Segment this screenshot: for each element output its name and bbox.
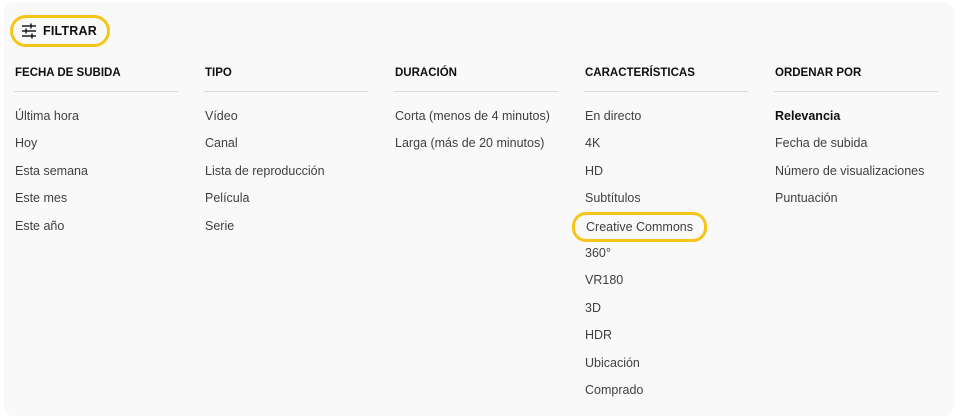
filter-option-hdr[interactable]: HDR: [584, 325, 748, 352]
filter-column-upload-date: FECHA DE SUBIDA Última hora Hoy Esta sem…: [14, 64, 178, 407]
filter-option-this-month[interactable]: Este mes: [14, 188, 178, 215]
column-header-duration: DURACIÓN: [394, 64, 558, 92]
filter-option-playlist[interactable]: Lista de reproducción: [204, 161, 368, 188]
filter-toggle-button[interactable]: FILTRAR: [10, 15, 110, 47]
filter-option-hd[interactable]: HD: [584, 161, 748, 188]
filter-option-series[interactable]: Serie: [204, 216, 368, 243]
sliders-icon: [21, 23, 37, 39]
filter-column-sort-by: ORDENAR POR Relevancia Fecha de subida N…: [774, 64, 938, 407]
sort-option-relevance[interactable]: Relevancia: [774, 106, 938, 133]
column-header-sort-by: ORDENAR POR: [774, 64, 938, 92]
sort-option-view-count[interactable]: Número de visualizaciones: [774, 161, 938, 188]
filter-option-long[interactable]: Larga (más de 20 minutos): [394, 133, 558, 160]
filter-option-video[interactable]: Vídeo: [204, 106, 368, 133]
creative-commons-label: Creative Commons: [572, 211, 707, 242]
column-header-type: TIPO: [204, 64, 368, 92]
filter-option-today[interactable]: Hoy: [14, 133, 178, 160]
filter-option-360[interactable]: 360°: [584, 243, 748, 270]
sort-option-upload-date[interactable]: Fecha de subida: [774, 133, 938, 160]
filter-option-movie[interactable]: Película: [204, 188, 368, 215]
filter-option-location[interactable]: Ubicación: [584, 353, 748, 380]
filter-toggle-label: FILTRAR: [43, 24, 97, 38]
filter-option-live[interactable]: En directo: [584, 106, 748, 133]
filter-columns: FECHA DE SUBIDA Última hora Hoy Esta sem…: [14, 64, 944, 407]
filter-option-short[interactable]: Corta (menos de 4 minutos): [394, 106, 558, 133]
filter-option-purchased[interactable]: Comprado: [584, 380, 748, 407]
column-header-upload-date: FECHA DE SUBIDA: [14, 64, 178, 92]
search-filters-panel: FILTRAR FECHA DE SUBIDA Última hora Hoy …: [4, 2, 954, 416]
filter-option-3d[interactable]: 3D: [584, 298, 748, 325]
filter-column-features: CARACTERÍSTICAS En directo 4K HD Subtítu…: [572, 64, 748, 407]
column-header-features: CARACTERÍSTICAS: [584, 64, 748, 92]
filter-option-last-hour[interactable]: Última hora: [14, 106, 178, 133]
filter-option-this-year[interactable]: Este año: [14, 216, 178, 243]
filter-option-channel[interactable]: Canal: [204, 133, 368, 160]
filter-option-vr180[interactable]: VR180: [584, 270, 748, 297]
filter-option-creative-commons[interactable]: Creative Commons: [572, 211, 748, 243]
filter-option-4k[interactable]: 4K: [584, 133, 748, 160]
filter-column-duration: DURACIÓN Corta (menos de 4 minutos) Larg…: [394, 64, 558, 407]
sort-option-rating[interactable]: Puntuación: [774, 188, 938, 215]
filter-option-this-week[interactable]: Esta semana: [14, 161, 178, 188]
filter-column-type: TIPO Vídeo Canal Lista de reproducción P…: [204, 64, 368, 407]
